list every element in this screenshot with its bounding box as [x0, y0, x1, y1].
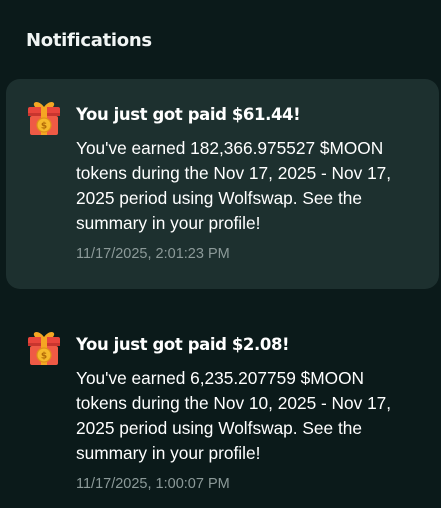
- notification-title: You just got paid $2.08!: [76, 335, 290, 354]
- notification-list: $ You just got paid $61.44! You've earne…: [6, 79, 439, 508]
- notification-body: You've earned 6,235.207759 $MOON tokens …: [76, 368, 392, 463]
- gift-coin-icon: $: [28, 332, 60, 365]
- svg-text:$: $: [41, 352, 47, 362]
- notification-timestamp: 11/17/2025, 1:00:07 PM: [76, 476, 230, 492]
- gift-coin-icon: $: [28, 102, 60, 135]
- notification-body: You've earned 182,366.975527 $MOON token…: [76, 138, 392, 233]
- notification-item[interactable]: $ You just got paid $61.44! You've earne…: [6, 79, 439, 289]
- svg-text:$: $: [41, 122, 47, 132]
- notification-title: You just got paid $61.44!: [76, 105, 301, 124]
- notification-timestamp: 11/17/2025, 2:01:23 PM: [76, 246, 230, 262]
- notifications-title: Notifications: [26, 30, 152, 51]
- notification-item[interactable]: $ You just got paid $2.08! You've earned…: [6, 309, 439, 508]
